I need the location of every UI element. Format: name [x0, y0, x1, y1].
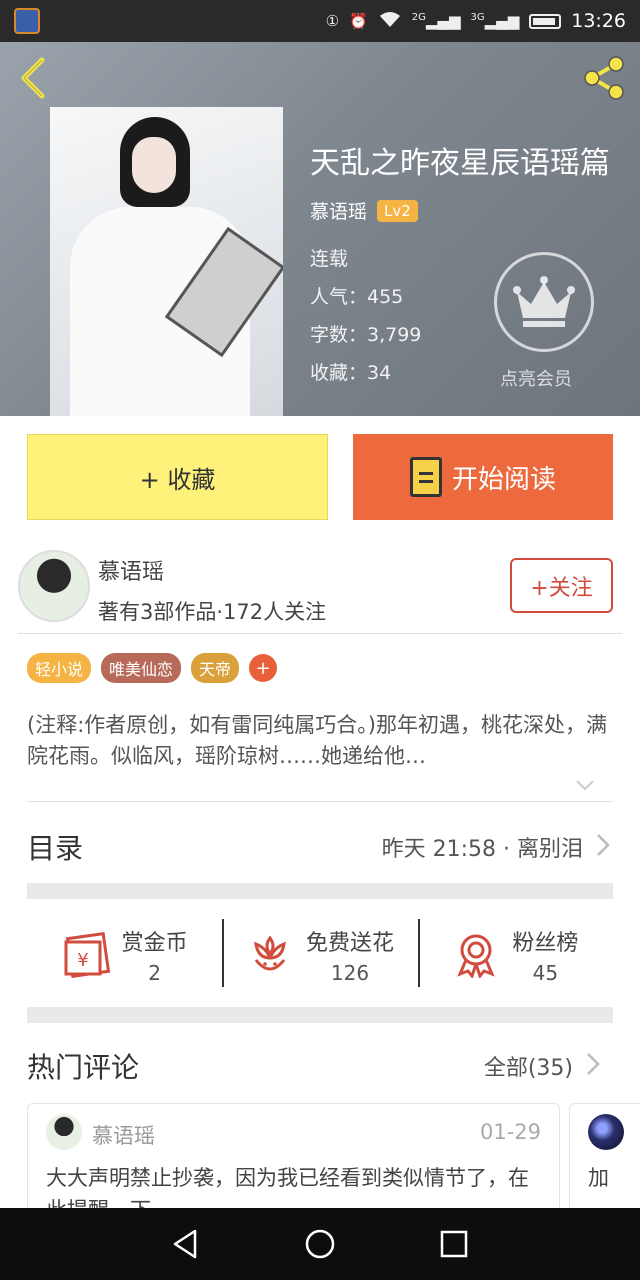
battery-icon [529, 13, 562, 29]
word-count: 字数：3,799 [310, 324, 422, 346]
comment-card[interactable]: 加 [569, 1103, 640, 1218]
share-button[interactable] [580, 56, 628, 100]
all-comments-link[interactable]: 全部(35) [484, 1050, 573, 1082]
table-of-contents-row[interactable]: 目录 昨天 21:58 · 离别泪 [27, 824, 613, 868]
content-area [0, 416, 640, 1208]
stat-label: 免费送花 [305, 931, 394, 956]
collect-button-label: + 收藏 [139, 465, 216, 494]
crown-icon [513, 276, 575, 327]
system-navigation-bar [0, 1208, 640, 1280]
divider [18, 633, 622, 634]
commenter-avatar[interactable] [588, 1114, 624, 1150]
medal-icon [457, 934, 496, 978]
section-separator [27, 883, 613, 899]
book-author-name[interactable]: 慕语瑶 [310, 197, 367, 224]
divider [27, 801, 613, 802]
svg-text:¥: ¥ [77, 950, 88, 971]
stat-value: 2 [148, 961, 162, 985]
support-stats: ¥ 赏金币 2 免费送花 126 粉丝榜 45 [27, 915, 613, 995]
section-separator [27, 1007, 613, 1023]
chevron-right-icon [597, 834, 610, 856]
data-saver-icon: ① [325, 12, 340, 30]
comment-date: 01-29 [479, 1120, 541, 1144]
chevron-right-icon[interactable] [585, 1051, 601, 1077]
tag-item[interactable]: 天帝 [191, 653, 240, 683]
favorites-count: 收藏：34 [310, 362, 392, 384]
book-cover-image[interactable] [50, 107, 283, 416]
tag-item[interactable]: 轻小说 [27, 653, 92, 683]
stat-value: 45 [532, 961, 559, 985]
book-description[interactable]: (注释:作者原创，如有雷同纯属巧合。)那年初遇，桃花深处，满院花雨。似临风，瑶阶… [27, 710, 607, 772]
tag-list: 轻小说 唯美仙恋 天帝 + [27, 653, 278, 683]
comment-card[interactable]: 慕语瑶 01-29 大大声明禁止抄袭，因为我已经看到类似情节了，在此提醒一下 [27, 1103, 560, 1218]
toc-title: 目录 [27, 832, 84, 865]
wifi-icon [378, 10, 402, 32]
commenter-name[interactable]: 慕语瑶 [92, 1120, 155, 1150]
stat-label: 赏金币 [121, 931, 188, 956]
book-icon [409, 457, 442, 497]
nav-recents-icon[interactable] [439, 1229, 469, 1259]
collect-button[interactable]: + 收藏 [27, 434, 328, 520]
author-meta: 著有3部作品·172人关注 [98, 600, 327, 624]
author-avatar[interactable] [18, 550, 90, 622]
back-button[interactable] [16, 56, 52, 100]
vip-label: 点亮会员 [500, 369, 572, 390]
book-author-row: 慕语瑶 Lv2 [310, 197, 418, 224]
vip-button[interactable] [494, 252, 594, 352]
book-header: 天乱之昨夜星辰语瑶篇 慕语瑶 Lv2 连载 人气：455 字数：3,799 收藏… [0, 42, 640, 416]
tag-item[interactable]: 唯美仙恋 [101, 653, 182, 683]
chevron-left-icon [21, 57, 45, 99]
hot-comments-header: 热门评论 全部(35) [27, 1043, 613, 1087]
start-reading-label: 开始阅读 [451, 464, 556, 495]
app-notification-icon [14, 8, 40, 34]
commenter-avatar[interactable] [46, 1114, 82, 1150]
level-badge: Lv2 [377, 199, 418, 222]
popularity: 人气：455 [310, 286, 404, 308]
red-envelope-icon: ¥ [64, 932, 110, 978]
comment-text: 加 [588, 1166, 609, 1190]
signal-2g-icon: 2G▂▄▆ [411, 12, 461, 30]
signal-3g-icon: 3G▂▄▆ [470, 12, 520, 30]
author-panel[interactable]: 慕语瑶 著有3部作品·172人关注 +关注 [0, 540, 640, 632]
stat-value: 126 [330, 961, 370, 985]
clock: 13:26 [571, 10, 626, 32]
author-name[interactable]: 慕语瑶 [98, 554, 164, 586]
chevron-down-icon[interactable] [575, 775, 595, 795]
serial-status: 连载 [310, 248, 349, 270]
flower-icon [254, 935, 286, 971]
reward-coins[interactable]: ¥ 赏金币 2 [27, 915, 222, 995]
status-bar: ① ⏰ 2G▂▄▆ 3G▂▄▆ 13:26 [0, 0, 640, 42]
nav-home-icon[interactable] [304, 1228, 336, 1260]
stat-label: 粉丝榜 [512, 931, 579, 956]
fan-ranking[interactable]: 粉丝榜 45 [417, 915, 613, 995]
nav-back-icon[interactable] [171, 1228, 201, 1260]
start-reading-button[interactable]: 开始阅读 [353, 434, 613, 520]
send-flowers[interactable]: 免费送花 126 [222, 915, 417, 995]
latest-chapter: 昨天 21:58 · 离别泪 [381, 837, 583, 862]
add-tag-button[interactable]: + [249, 654, 278, 682]
alarm-icon: ⏰ [349, 12, 368, 30]
book-title: 天乱之昨夜星辰语瑶篇 [310, 146, 610, 181]
follow-button[interactable]: +关注 [510, 558, 613, 613]
hot-comments-title: 热门评论 [27, 1051, 140, 1084]
share-icon [584, 56, 624, 100]
